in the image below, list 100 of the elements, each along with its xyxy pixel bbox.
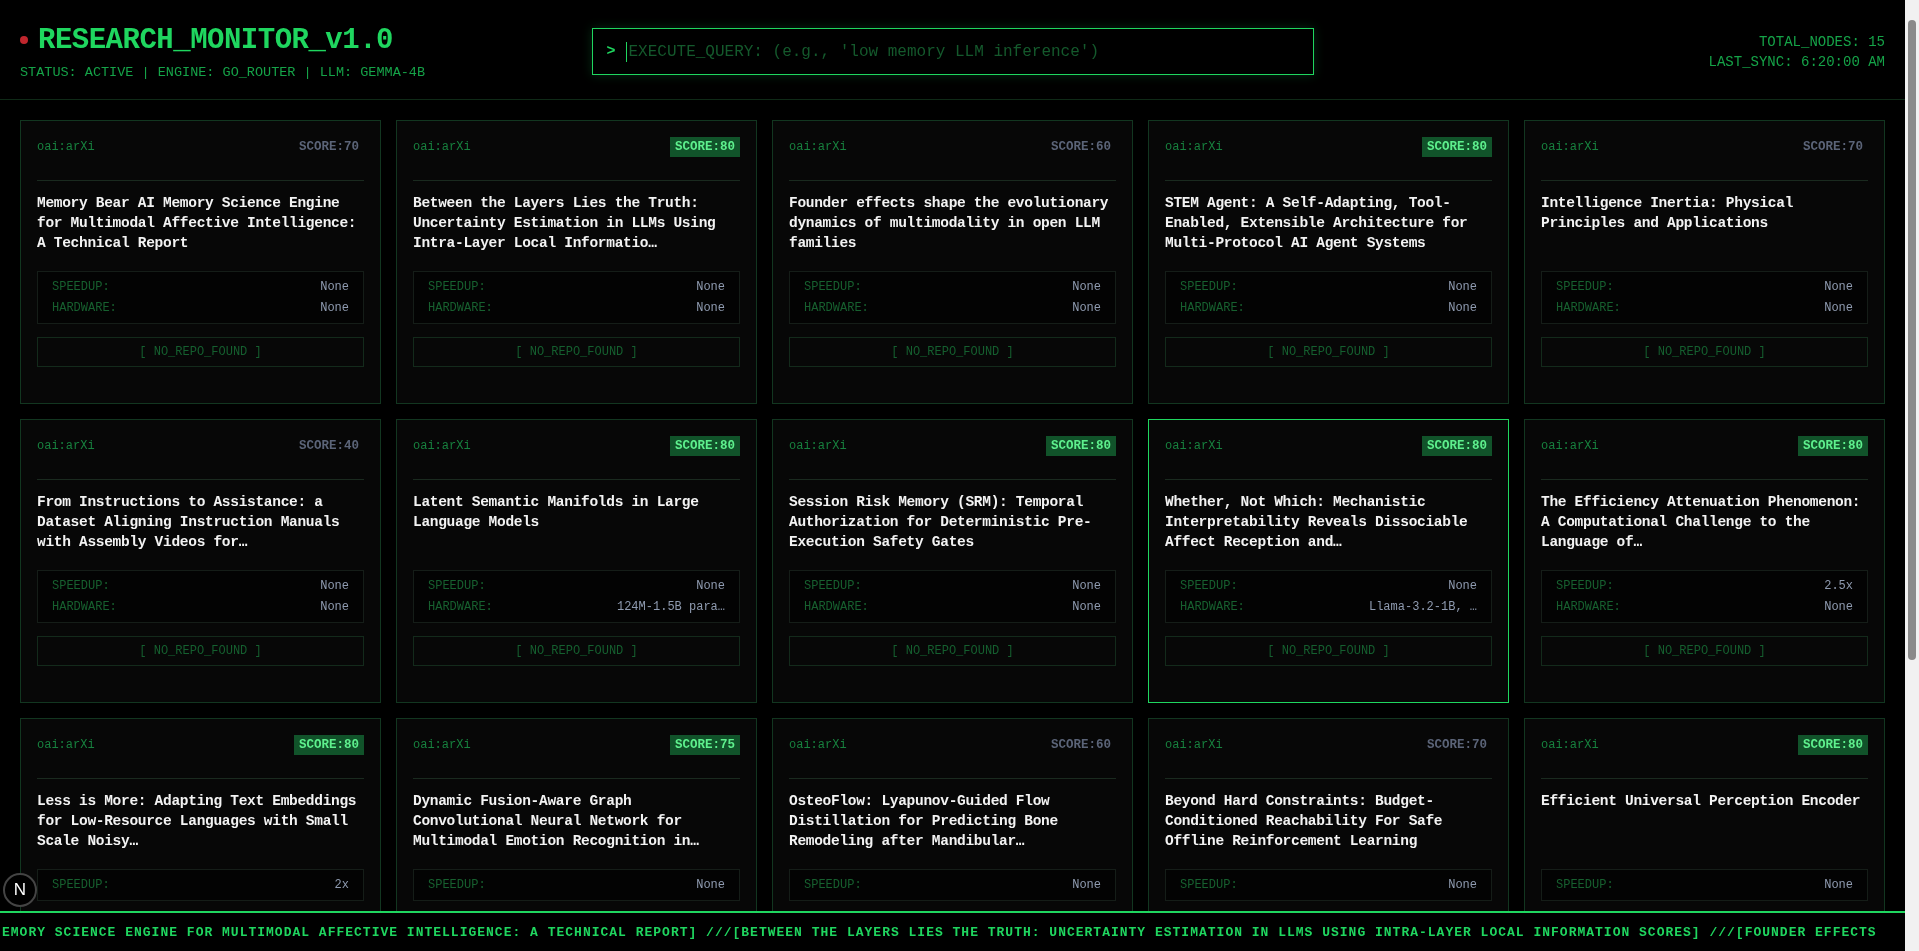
- node-count: TOTAL_NODES: 15: [1758, 33, 1885, 50]
- paper-source: oai:arXi: [413, 438, 471, 453]
- paper-source: oai:arXi: [1541, 438, 1599, 453]
- paper-title: Beyond Hard Constraints: Budget-Conditioned Reachability For Safe Offline Reinforcement Learning: [1165, 792, 1444, 851]
- stat-label: SPEEDUP:: [428, 579, 486, 593]
- paper-card[interactable]: oai:arXi SCORE:80 STEM Agent: A Self-Adapting, Tool-Enabled, Extensible Architecture for Multi-Protocol AI Agent Systems SPEEDUP: None HARDWARE: None [ NO_REPO_FOUND ]: [1148, 120, 1509, 404]
- paper-card[interactable]: oai:arXi SCORE:70 Intelligence Inertia: Physical Principles and Applications SPEEDUP: None HARDWARE: None [ NO_REPO_FOUND ]: [1524, 120, 1885, 404]
- stat-value: None: [1448, 301, 1477, 315]
- stat-label: SPEEDUP:: [804, 280, 862, 294]
- prompt-symbol: >: [606, 43, 616, 60]
- paper-source: oai:arXi: [413, 139, 471, 154]
- paper-card[interactable]: oai:arXi SCORE:70 Beyond Hard Constraints: Budget-Conditioned Reachability For Safe Offline Reinforcement Learning SPEEDUP: None: [1148, 718, 1509, 911]
- paper-card[interactable]: oai:arXi SCORE:80 Session Risk Memory (SRM): Temporal Authorization for Deterministic Pre-Execution Safety Gates SPEEDUP: None HARDWARE: None [ NO_REPO_FOUND ]: [772, 419, 1133, 703]
- stat-label: SPEEDUP:: [52, 579, 110, 593]
- paper-source: oai:arXi: [1541, 139, 1599, 154]
- stat-value: None: [1824, 280, 1853, 294]
- stat-label: HARDWARE:: [804, 600, 869, 614]
- paper-title: Founder effects shape the evolutionary dynamics of multimodality in open LLM families: [789, 194, 1110, 253]
- stat-value: None: [320, 600, 349, 614]
- paper-title: Latent Semantic Manifolds in Large Language Models: [413, 493, 700, 532]
- stat-value: None: [1448, 579, 1477, 593]
- score-badge: SCORE:80: [1046, 436, 1116, 456]
- paper-title: Whether, Not Which: Mechanistic Interpretability Reveals Dissociable Affect Reception and…: [1165, 493, 1469, 552]
- stat-value: 124M-1.5B para…: [616, 600, 725, 614]
- score-badge: SCORE:75: [670, 735, 740, 755]
- stat-value: None: [320, 280, 349, 294]
- stat-label: HARDWARE:: [52, 600, 117, 614]
- status-line: STATUS: ACTIVE | ENGINE: GO_ROUTER | LLM: GEMMA-4B: [20, 64, 427, 80]
- ticker-text: EMORY SCIENCE ENGINE FOR MULTIMODAL AFFECTIVE INTELLIGENCE: A TECHNICAL REPORT] ///[BETWEEN THE LAYERS LIES THE TRUTH: UNCERTAINTY ESTIMATION IN LLMS USING INTRA-LAYER LOCAL INFORMATION SCORES] ///[FOUNDER EFFECTS: [2, 924, 1877, 940]
- score-badge: SCORE:80: [1422, 137, 1492, 157]
- stat-value: None: [1824, 600, 1853, 614]
- paper-title: Intelligence Inertia: Physical Principles and Applications: [1541, 194, 1795, 233]
- score-badge: SCORE:80: [670, 137, 740, 157]
- paper-card[interactable]: oai:arXi SCORE:75 Dynamic Fusion-Aware Graph Convolutional Neural Network for Multimodal Emotion Recognition in… SPEEDUP: None: [396, 718, 757, 911]
- stat-value: Llama-3.2-1B, …: [1368, 600, 1477, 614]
- score-label: SCORE:70: [298, 139, 360, 156]
- stat-label: SPEEDUP:: [52, 280, 110, 294]
- stat-label: HARDWARE:: [52, 301, 117, 315]
- score-label: SCORE:70: [1802, 139, 1864, 156]
- paper-source: oai:arXi: [37, 438, 95, 453]
- paper-card[interactable]: oai:arXi SCORE:80 Whether, Not Which: Mechanistic Interpretability Reveals Dissociable Affect Reception and… SPEEDUP: None HARDWARE: Llama-3.2-1B, … [ NO_REPO_FOUND ]: [1148, 419, 1509, 703]
- stat-label: SPEEDUP:: [1180, 579, 1238, 593]
- score-label: SCORE:60: [1050, 139, 1112, 156]
- stat-value: None: [1072, 600, 1101, 614]
- stat-value: None: [1072, 579, 1101, 593]
- paper-card[interactable]: oai:arXi SCORE:70 Memory Bear AI Memory Science Engine for Multimodal Affective Intelligence: A Technical Report SPEEDUP: None HARDWARE: None [ NO_REPO_FOUND ]: [20, 120, 381, 404]
- paper-card[interactable]: oai:arXi SCORE:80 The Efficiency Attenuation Phenomenon: A Computational Challenge to the Language of… SPEEDUP: 2.5x HARDWARE: None [ NO_REPO_FOUND ]: [1524, 419, 1885, 703]
- paper-card[interactable]: oai:arXi SCORE:80 Latent Semantic Manifolds in Large Language Models SPEEDUP: None HARDWARE: 124M-1.5B para… [ NO_REPO_FOUND ]: [396, 419, 757, 703]
- app-title: RESEARCH_MONITOR_v1.0: [38, 23, 393, 57]
- stat-label: SPEEDUP:: [428, 280, 486, 294]
- query-input[interactable]: EXECUTE_QUERY: (e.g., 'low memory LLM inference'): [625, 41, 1299, 62]
- stat-value: None: [696, 878, 725, 892]
- paper-source: oai:arXi: [1165, 737, 1223, 752]
- scrollbar[interactable]: [1905, 0, 1919, 951]
- score-badge: SCORE:80: [1798, 436, 1868, 456]
- stat-label: SPEEDUP:: [428, 878, 486, 892]
- paper-title: Dynamic Fusion-Aware Graph Convolutional Neural Network for Multimodal Emotion Recognition in…: [413, 792, 700, 851]
- stat-value: None: [1072, 280, 1101, 294]
- paper-title: From Instructions to Assistance: a Dataset Aligning Instruction Manuals with Assembly Videos for…: [37, 493, 341, 552]
- paper-source: oai:arXi: [37, 139, 95, 154]
- stat-label: SPEEDUP:: [1180, 280, 1238, 294]
- stat-value: 2.5x: [1824, 579, 1853, 593]
- paper-card[interactable]: oai:arXi SCORE:80 Efficient Universal Perception Encoder SPEEDUP: None: [1524, 718, 1885, 911]
- stat-label: SPEEDUP:: [1556, 579, 1614, 593]
- stat-value: None: [1824, 301, 1853, 315]
- paper-card[interactable]: oai:arXi SCORE:60 Founder effects shape the evolutionary dynamics of multimodality in open LLM families SPEEDUP: None HARDWARE: None [ NO_REPO_FOUND ]: [772, 120, 1133, 404]
- paper-title: The Efficiency Attenuation Phenomenon: A Computational Challenge to the Language of…: [1541, 493, 1862, 552]
- score-label: SCORE:40: [298, 438, 360, 455]
- stat-label: HARDWARE:: [1180, 301, 1245, 315]
- paper-source: oai:arXi: [789, 139, 847, 154]
- stat-value: None: [1824, 878, 1853, 892]
- stat-value: None: [696, 579, 725, 593]
- paper-title: Less is More: Adapting Text Embeddings for Low-Resource Languages with Small Scale Noisy…: [37, 792, 358, 851]
- score-badge: SCORE:80: [294, 735, 364, 755]
- score-badge: SCORE:80: [1422, 436, 1492, 456]
- paper-title: OsteoFlow: Lyapunov-Guided Flow Distillation for Predicting Bone Remodeling after Mandibular…: [789, 792, 1059, 851]
- paper-source: oai:arXi: [789, 438, 847, 453]
- paper-source: oai:arXi: [37, 737, 95, 752]
- paper-source: oai:arXi: [789, 737, 847, 752]
- paper-card[interactable]: oai:arXi SCORE:80 Between the Layers Lies the Truth: Uncertainty Estimation in LLMs Using Intra-Layer Local Informatio… SPEEDUP: None HARDWARE: None [ NO_REPO_FOUND ]: [396, 120, 757, 404]
- scrollbar-thumb[interactable]: [1908, 20, 1916, 660]
- stat-label: SPEEDUP:: [1180, 878, 1238, 892]
- paper-title: Between the Layers Lies the Truth: Uncertainty Estimation in LLMs Using Intra-Layer Local Informatio…: [413, 194, 717, 253]
- paper-title: Memory Bear AI Memory Science Engine for Multimodal Affective Intelligence: A Technical Report: [37, 194, 358, 253]
- paper-card[interactable]: oai:arXi SCORE:60 OsteoFlow: Lyapunov-Guided Flow Distillation for Predicting Bone Remodeling after Mandibular… SPEEDUP: None: [772, 718, 1133, 911]
- stat-value: None: [1448, 280, 1477, 294]
- stat-value: None: [320, 579, 349, 593]
- stat-label: SPEEDUP:: [52, 878, 110, 892]
- stat-value: None: [1072, 878, 1101, 892]
- stat-label: SPEEDUP:: [804, 579, 862, 593]
- last-sync-time: LAST_SYNC: 6:20:00 AM: [1708, 53, 1885, 70]
- stat-value: None: [696, 280, 725, 294]
- score-badge: SCORE:80: [1798, 735, 1868, 755]
- stat-value: None: [1072, 301, 1101, 315]
- paper-source: oai:arXi: [413, 737, 471, 752]
- query-field[interactable]: > EXECUTE_QUERY: (e.g., 'low memory LLM inference'): [591, 28, 1314, 75]
- paper-card[interactable]: oai:arXi SCORE:40 From Instructions to Assistance: a Dataset Aligning Instruction Manuals with Assembly Videos for… SPEEDUP: None HARDWARE: None [ NO_REPO_FOUND ]: [20, 419, 381, 703]
- score-badge: SCORE:80: [670, 436, 740, 456]
- dev-badge[interactable]: N: [3, 873, 37, 907]
- paper-source: oai:arXi: [1165, 438, 1223, 453]
